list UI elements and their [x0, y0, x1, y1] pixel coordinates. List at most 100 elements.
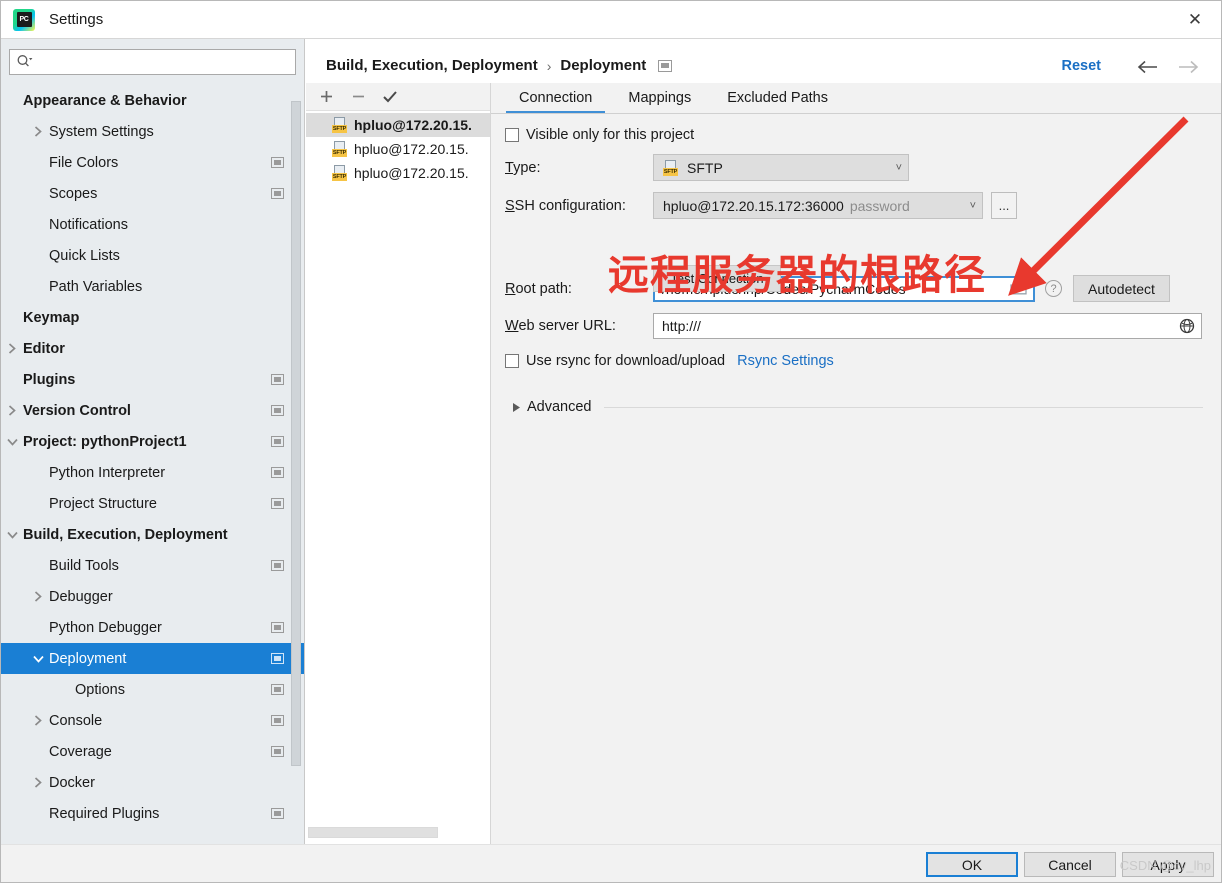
- project-scope-badge-icon: [271, 405, 284, 416]
- chevron-right-icon[interactable]: [27, 126, 49, 137]
- advanced-label: Advanced: [527, 399, 592, 415]
- title-bar: PC Settings ✕: [1, 1, 1221, 39]
- ok-button[interactable]: OK: [926, 852, 1018, 877]
- root-path-label: Root path:: [505, 280, 572, 297]
- apply-button[interactable]: Apply: [1122, 852, 1214, 877]
- project-scope-badge-icon: [271, 157, 284, 168]
- list-item[interactable]: SFTP hpluo@172.20.15.: [306, 137, 490, 161]
- rsync-row: Use rsync for download/upload Rsync Sett…: [505, 353, 1211, 369]
- sidebar-item-file-colors[interactable]: File Colors: [1, 147, 304, 178]
- type-row: Type: SFTP SFTP ˅: [505, 154, 1211, 181]
- sidebar-item-system-settings[interactable]: System Settings: [1, 116, 304, 147]
- sidebar-item-coverage[interactable]: Coverage: [1, 736, 304, 767]
- sidebar-item-build-tools[interactable]: Build Tools: [1, 550, 304, 581]
- sidebar-item-project-pythonproject1[interactable]: Project: pythonProject1: [1, 426, 304, 457]
- sidebar-item-version-control[interactable]: Version Control: [1, 395, 304, 426]
- sidebar-item-deployment[interactable]: Deployment: [1, 643, 304, 674]
- server-name: hpluo@172.20.15.: [354, 165, 469, 181]
- sidebar-item-editor[interactable]: Editor: [1, 333, 304, 364]
- rsync-settings-link[interactable]: Rsync Settings: [737, 353, 834, 369]
- rsync-checkbox[interactable]: [505, 354, 519, 368]
- chevron-down-icon[interactable]: [27, 655, 49, 663]
- web-server-url-input[interactable]: http:///: [653, 313, 1202, 339]
- tab-excluded-paths[interactable]: Excluded Paths: [709, 83, 846, 113]
- sidebar-item-console[interactable]: Console: [1, 705, 304, 736]
- chevron-right-icon[interactable]: [27, 715, 49, 726]
- question-mark-icon[interactable]: ?: [1045, 280, 1062, 297]
- breadcrumb-parent[interactable]: Build, Execution, Deployment: [326, 57, 538, 74]
- tab-connection[interactable]: Connection: [501, 83, 610, 114]
- chevron-down-icon: ˅: [969, 199, 976, 212]
- sidebar-item-label: Notifications: [49, 216, 128, 233]
- add-server-icon[interactable]: [318, 89, 334, 105]
- autodetect-button[interactable]: Autodetect: [1073, 275, 1170, 302]
- list-item[interactable]: SFTP hpluo@172.20.15.: [306, 113, 490, 137]
- sidebar-item-python-debugger[interactable]: Python Debugger: [1, 612, 304, 643]
- sidebar-item-keymap[interactable]: Keymap: [1, 302, 304, 333]
- globe-icon[interactable]: [1179, 318, 1195, 334]
- sidebar-item-label: System Settings: [49, 123, 154, 140]
- test-connection-button[interactable]: Test Connection: [653, 265, 781, 292]
- reset-link[interactable]: Reset: [1062, 58, 1102, 74]
- project-scope-badge-icon: [271, 560, 284, 571]
- visible-only-checkbox[interactable]: [505, 128, 519, 142]
- sidebar-item-options[interactable]: Options: [1, 674, 304, 705]
- sidebar-item-notifications[interactable]: Notifications: [1, 209, 304, 240]
- search-icon: [16, 54, 33, 71]
- list-hscrollbar-thumb[interactable]: [308, 827, 438, 838]
- ssh-config-value: hpluo@172.20.15.172:36000: [663, 197, 844, 214]
- sidebar-item-project-structure[interactable]: Project Structure: [1, 488, 304, 519]
- sidebar-item-path-variables[interactable]: Path Variables: [1, 271, 304, 302]
- search-box[interactable]: [9, 49, 296, 75]
- deployment-server-list: SFTP hpluo@172.20.15. SFTP hpluo@172.20.15.…: [306, 83, 491, 846]
- sidebar-item-label: Scopes: [49, 185, 98, 202]
- sidebar-item-label: Build, Execution, Deployment: [23, 526, 228, 543]
- chevron-down-icon[interactable]: [1, 531, 23, 539]
- project-scope-badge-icon: [271, 715, 284, 726]
- sidebar-item-label: Plugins: [23, 371, 76, 388]
- sidebar-item-plugins[interactable]: Plugins: [1, 364, 304, 395]
- sidebar-item-build-execution-deployment[interactable]: Build, Execution, Deployment: [1, 519, 304, 550]
- sidebar-item-label: Required Plugins: [49, 805, 160, 822]
- type-select[interactable]: SFTP SFTP ˅: [653, 154, 909, 181]
- sidebar-item-label: Path Variables: [49, 278, 143, 295]
- sidebar-item-label: Docker: [49, 774, 95, 791]
- sidebar-item-label: Python Debugger: [49, 619, 162, 636]
- pycharm-logo-icon: PC: [13, 8, 35, 31]
- sidebar-item-docker[interactable]: Docker: [1, 767, 304, 798]
- cancel-button[interactable]: Cancel: [1024, 852, 1116, 877]
- list-item[interactable]: SFTP hpluo@172.20.15.: [306, 161, 490, 185]
- chevron-right-icon[interactable]: [1, 405, 23, 416]
- chevron-right-icon[interactable]: [27, 777, 49, 788]
- sidebar-scrollbar-thumb[interactable]: [291, 101, 301, 766]
- tab-mappings[interactable]: Mappings: [610, 83, 709, 113]
- set-default-checkmark-icon[interactable]: [382, 89, 398, 105]
- sidebar-item-appearance-behavior[interactable]: Appearance & Behavior: [1, 85, 304, 116]
- chevron-right-icon[interactable]: [27, 591, 49, 602]
- visible-only-row: Visible only for this project: [505, 127, 1211, 143]
- ssh-config-browse-button[interactable]: ...: [991, 192, 1017, 219]
- ssh-config-select[interactable]: hpluo@172.20.15.172:36000 password ˅: [653, 192, 983, 219]
- close-icon[interactable]: ✕: [1167, 1, 1221, 38]
- root-path-row: Root path: /home/hpluo/lhp/Codes/Pycharm…: [505, 275, 1211, 302]
- chevron-down-icon[interactable]: [1, 438, 23, 446]
- server-name: hpluo@172.20.15.: [354, 117, 472, 133]
- sidebar-item-quick-lists[interactable]: Quick Lists: [1, 240, 304, 271]
- sidebar-item-required-plugins[interactable]: Required Plugins: [1, 798, 304, 829]
- sidebar-item-python-interpreter[interactable]: Python Interpreter: [1, 457, 304, 488]
- window-title: Settings: [49, 11, 104, 28]
- remove-server-icon[interactable]: [350, 89, 366, 105]
- sidebar-item-label: Project Structure: [49, 495, 157, 512]
- project-scope-badge-icon: [271, 498, 284, 509]
- ssh-config-row: SSH configuration: hpluo@172.20.15.172:3…: [505, 192, 1211, 219]
- sidebar-item-scopes[interactable]: Scopes: [1, 178, 304, 209]
- folder-icon[interactable]: [1010, 282, 1027, 296]
- advanced-section[interactable]: Advanced: [505, 399, 1211, 415]
- sidebar-item-debugger[interactable]: Debugger: [1, 581, 304, 612]
- search-input[interactable]: [33, 51, 263, 73]
- content-panel: Build, Execution, Deployment › Deploymen…: [306, 39, 1221, 846]
- search-container: [1, 39, 304, 81]
- chevron-right-icon[interactable]: [1, 343, 23, 354]
- arrow-left-icon[interactable]: [1135, 55, 1161, 79]
- sftp-icon: SFTP: [663, 159, 679, 176]
